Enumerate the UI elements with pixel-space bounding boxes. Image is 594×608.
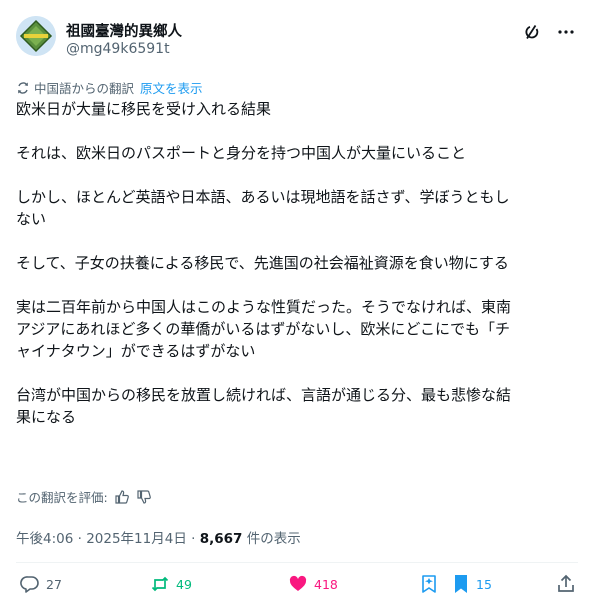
post-text-line: ャイナタウン」ができるはずがない (16, 342, 256, 360)
repost-button[interactable]: 49 (150, 574, 192, 594)
grok-icon[interactable] (522, 22, 542, 42)
avatar-image (16, 16, 56, 56)
grok-analyze-icon (422, 575, 436, 593)
meta-separator: · (73, 531, 87, 547)
post-text-line: 台湾が中国からの移民を放置し続ければ、言語が通じる分、最も悲惨な結 (16, 386, 512, 404)
post-body: 欧米日が大量に移民を受け入れる結果それは、欧米日のパスポートと身分を持つ中国人が… (16, 98, 582, 428)
translation-notice: 中国語からの翻訳 原文を表示 (16, 78, 203, 97)
post-time[interactable]: 午後4:06 (16, 531, 73, 547)
author-display-name[interactable]: 祖國臺灣的異鄉人 (66, 20, 182, 41)
rate-translation-label: この翻訳を評価: (16, 490, 108, 505)
action-bar: 27 49 418 15 (16, 574, 578, 598)
share-icon (558, 574, 574, 592)
repost-icon (151, 576, 169, 592)
post-text-line: 実は二百年前から中国人はこのような性質だった。そうでなければ、東南 (16, 298, 512, 316)
author-handle[interactable]: @mg49k6591t (66, 41, 170, 57)
rate-translation: この翻訳を評価: (16, 487, 152, 506)
post-text-line: それは、欧米日のパスポートと身分を持つ中国人が大量にいること (16, 144, 467, 162)
post-text-line: ない (16, 210, 47, 228)
post-text-line: そして、子女の扶養による移民で、先進国の社会福祉資源を食い物にする (16, 254, 509, 272)
post-text-line: アジアにあれほど多くの華僑がいるはずがないし、欧米にどこにでも「チ (16, 320, 510, 338)
repost-count: 49 (176, 576, 192, 592)
show-original-link[interactable]: 原文を表示 (140, 78, 203, 97)
analytics-button[interactable] (420, 574, 438, 594)
post-text-line: しかし、ほとんど英語や日本語、あるいは現地語を話さず、学ぼうともし (16, 188, 510, 206)
reply-icon (20, 576, 39, 593)
bookmark-count: 15 (476, 576, 492, 592)
view-count: 8,667 (199, 531, 243, 547)
view-count-label: 件の表示 (242, 531, 301, 547)
divider (16, 562, 578, 563)
meta-separator: · (186, 531, 200, 547)
like-button[interactable]: 418 (288, 574, 338, 594)
thumbs-down-icon[interactable] (136, 489, 152, 505)
reply-button[interactable]: 27 (20, 574, 62, 594)
header-actions (522, 22, 576, 42)
heart-icon (289, 575, 307, 591)
post-date[interactable]: 2025年11月4日 (86, 531, 187, 547)
post-meta: 午後4:06 · 2025年11月4日 · 8,667 件の表示 (16, 527, 301, 547)
avatar[interactable] (16, 16, 56, 56)
post-header: 祖國臺灣的異鄉人 @mg49k6591t (16, 14, 578, 62)
like-count: 418 (314, 576, 338, 592)
share-button[interactable] (556, 574, 576, 594)
bookmark-icon (455, 575, 467, 593)
more-options-icon[interactable] (556, 22, 576, 42)
translation-label: 中国語からの翻訳 (34, 81, 135, 96)
post-text-line: 果になる (16, 408, 77, 426)
thumbs-up-icon[interactable] (114, 489, 130, 505)
reply-count: 27 (46, 576, 62, 592)
post-text-line: 欧米日が大量に移民を受け入れる結果 (16, 100, 272, 118)
bookmark-button[interactable]: 15 (452, 574, 492, 594)
translate-icon (18, 81, 28, 94)
